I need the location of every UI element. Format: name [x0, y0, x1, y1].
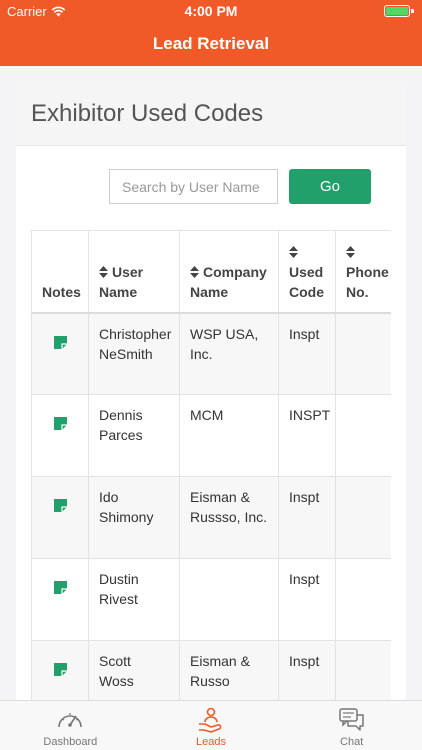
user-name-cell: Ido Shimony [88, 476, 180, 559]
card-title: Exhibitor Used Codes [31, 99, 264, 127]
go-button[interactable]: Go [289, 169, 371, 204]
phone-cell [335, 394, 391, 477]
phone-cell [335, 558, 391, 641]
th-company-name[interactable]: Company Name [179, 230, 279, 314]
codes-table-container[interactable]: Notes User Name Company Name Used Code Phone… [31, 230, 391, 702]
bottom-tab-bar: Dashboard Leads Chat [0, 700, 422, 750]
search-input[interactable] [109, 169, 278, 204]
note-icon[interactable] [53, 417, 67, 430]
battery-icon [384, 5, 414, 17]
user-name-cell: Scott Woss [88, 640, 180, 702]
tab-leads-label: Leads [196, 736, 226, 748]
used-code-cell: Inspt [278, 476, 336, 559]
tab-dashboard-label: Dashboard [43, 736, 98, 748]
header-label: Notes [42, 283, 81, 300]
sort-icon [99, 265, 108, 278]
notes-cell [31, 640, 89, 702]
tab-chat[interactable]: Chat [281, 701, 422, 750]
phone-cell [335, 312, 391, 395]
note-icon[interactable] [53, 335, 67, 349]
th-used-code[interactable]: Used Code [278, 230, 336, 314]
used-code-cell: Inspt [278, 558, 336, 641]
page-title: Lead Retrieval [152, 34, 270, 53]
used-code-cell: Inspt [278, 640, 336, 702]
table-row[interactable]: Dustin Rivest Inspt [31, 558, 391, 641]
speedometer-icon [58, 713, 83, 728]
codes-table: Notes User Name Company Name Used Code Phone… [31, 230, 391, 702]
company-cell [179, 558, 279, 641]
table-row[interactable]: Ido Shimony Eisman & Russso, Inc. Inspt [31, 476, 391, 559]
th-notes: Notes [31, 230, 89, 314]
company-cell: MCM [179, 394, 279, 477]
status-time: 4:00 PM [184, 3, 238, 19]
user-name-cell: Christopher NeSmith [88, 312, 180, 395]
th-user-name[interactable]: User Name [88, 230, 180, 314]
sort-icon [190, 265, 199, 278]
table-body: Christopher NeSmith WSP USA, Inc. Inspt Den… [31, 312, 391, 702]
table-row[interactable]: Christopher NeSmith WSP USA, Inc. Inspt [31, 312, 391, 395]
company-cell: Eisman & Russso, Inc. [179, 476, 279, 559]
tab-dashboard[interactable]: Dashboard [0, 701, 141, 750]
sort-icon [346, 245, 355, 258]
user-name-cell: Dustin Rivest [88, 558, 180, 641]
company-cell: Eisman & Russo [179, 640, 279, 702]
status-bar: Carrier 4:00 PM [0, 0, 422, 22]
user-name-cell: Dennis Parces [88, 394, 180, 477]
th-phone-no[interactable]: Phone No. [335, 230, 391, 314]
header-label: Used Code [289, 263, 324, 300]
note-icon[interactable] [53, 499, 67, 512]
phone-cell [335, 476, 391, 559]
card-header: Exhibitor Used Codes [16, 82, 406, 146]
notes-cell [31, 558, 89, 641]
table-header-row: Notes User Name Company Name Used Code Phone… [31, 230, 391, 314]
used-codes-card: Exhibitor Used Codes Go Notes User Name Co… [16, 82, 406, 702]
note-icon[interactable] [53, 581, 67, 594]
tab-leads[interactable]: Leads [141, 701, 282, 750]
used-code-cell: Inspt [278, 312, 336, 395]
company-cell: WSP USA, Inc. [179, 312, 279, 395]
app-header: Carrier 4:00 PM Lead Retrieval [0, 0, 422, 66]
notes-cell [31, 312, 89, 395]
header-label: Company Name [190, 263, 267, 300]
chat-bubbles-icon [338, 708, 364, 731]
header-label: Phone No. [346, 263, 389, 300]
phone-cell [335, 640, 391, 702]
notes-cell [31, 476, 89, 559]
table-row[interactable]: Dennis Parces MCM INSPT [31, 394, 391, 477]
notes-cell [31, 394, 89, 477]
note-icon[interactable] [53, 663, 67, 676]
leads-hand-icon [199, 707, 222, 733]
tab-chat-label: Chat [340, 736, 364, 748]
search-row: Go [109, 169, 371, 204]
table-row[interactable]: Scott Woss Eisman & Russo Inspt [31, 640, 391, 702]
used-code-cell: INSPT [278, 394, 336, 477]
sort-icon [289, 245, 298, 258]
